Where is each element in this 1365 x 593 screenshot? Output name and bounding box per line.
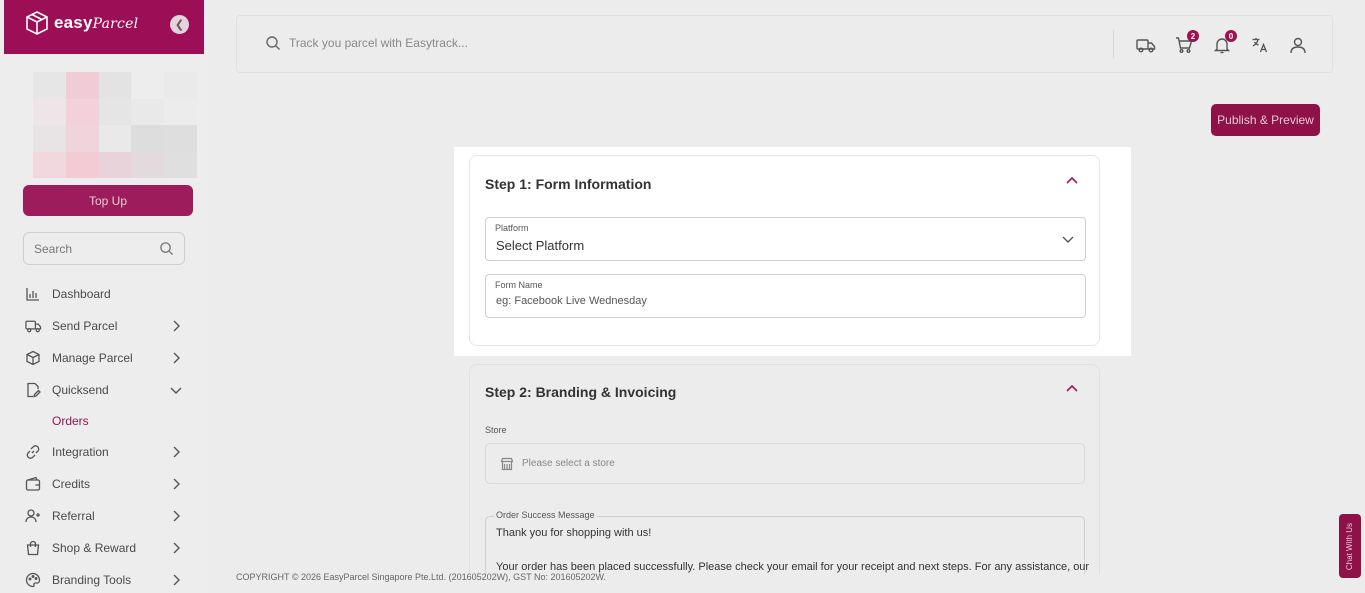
step1-title: Step 1: Form Information <box>485 176 652 192</box>
sidebar-item-label: Dashboard <box>52 287 111 301</box>
translate-icon <box>1252 38 1268 53</box>
sidebar: easyParcel ❮ Top Up Dashboard Send Parce… <box>0 0 208 593</box>
order-success-message-textarea[interactable]: Thank you for shopping with us! Your ord… <box>485 516 1089 574</box>
highlight-overlay: Step 1: Form Information Platform Select… <box>454 147 1131 356</box>
sidebar-subitem-orders[interactable]: Orders <box>24 406 189 436</box>
sidebar-item-label: Manage Parcel <box>52 351 133 365</box>
sidebar-item-quicksend[interactable]: Quicksend <box>24 374 189 406</box>
chevron-right-icon <box>173 542 180 554</box>
form-name-field: Form Name <box>485 274 1086 318</box>
chevron-right-icon <box>173 574 180 586</box>
track-parcel-input[interactable] <box>289 36 689 50</box>
chevron-right-icon <box>173 320 180 332</box>
shipment-button[interactable] <box>1135 34 1157 56</box>
chevron-right-icon <box>173 446 180 458</box>
sidebar-item-label: Credits <box>52 477 91 491</box>
sidebar-item-branding-tools[interactable]: Branding Tools <box>24 564 189 593</box>
sidebar-search-input[interactable] <box>34 241 154 256</box>
cart-button[interactable]: 2 <box>1173 30 1199 56</box>
notifications-button[interactable]: 0 <box>1211 30 1237 56</box>
sidebar-item-label: Integration <box>52 445 109 459</box>
search-icon[interactable] <box>159 241 174 256</box>
brand-name: easyParcel <box>54 13 139 32</box>
document-edit-icon <box>24 381 42 399</box>
store-placeholder: Please select a store <box>522 458 615 469</box>
store-select[interactable]: Please select a store <box>485 443 1085 484</box>
platform-label: Platform <box>495 223 529 233</box>
sidebar-item-label: Shop & Reward <box>52 541 137 555</box>
chevron-down-icon <box>170 387 182 394</box>
chevron-up-icon[interactable] <box>1065 383 1079 393</box>
step1-card: Step 1: Form Information Platform Select… <box>469 155 1100 346</box>
top-bar: 2 0 <box>236 15 1333 73</box>
sidebar-item-label: Branding Tools <box>52 573 132 587</box>
sidebar-item-manage-parcel[interactable]: Manage Parcel <box>24 342 189 374</box>
search-icon <box>266 36 280 50</box>
sidebar-item-dashboard[interactable]: Dashboard <box>24 278 189 310</box>
top-up-button[interactable]: Top Up <box>23 185 193 216</box>
sidebar-item-referral[interactable]: Referral <box>24 500 189 532</box>
truck-icon <box>24 317 42 335</box>
chevron-left-icon: ❮ <box>174 19 185 31</box>
profile-button[interactable] <box>1287 34 1309 56</box>
chevron-right-icon <box>173 510 180 522</box>
store-icon <box>500 457 514 470</box>
wallet-icon <box>24 475 42 493</box>
message-line: Thank you for shopping with us! <box>496 527 652 539</box>
collapse-sidebar-button[interactable]: ❮ <box>170 15 189 34</box>
cart-badge: 2 <box>1187 30 1199 42</box>
truck-icon <box>1136 39 1156 53</box>
box-icon <box>24 349 42 367</box>
step2-title: Step 2: Branding & Invoicing <box>485 384 677 400</box>
chevron-right-icon <box>173 352 180 364</box>
sidebar-item-send-parcel[interactable]: Send Parcel <box>24 310 189 342</box>
footer-copyright: COPYRIGHT © 2026 EasyParcel Singapore Pt… <box>236 572 606 582</box>
link-icon <box>24 443 42 461</box>
user-icon <box>1290 37 1306 54</box>
platform-select[interactable]: Platform Select Platform <box>485 217 1086 261</box>
platform-value: Select Platform <box>496 238 585 253</box>
sidebar-item-shop-reward[interactable]: Shop & Reward <box>24 532 189 564</box>
chevron-up-icon[interactable] <box>1065 175 1079 185</box>
store-label: Store <box>485 425 507 435</box>
shopping-bag-icon <box>24 539 42 557</box>
step2-card: Step 2: Branding & Invoicing Store Pleas… <box>469 364 1100 574</box>
chat-with-us-button[interactable]: Chat With Us <box>1339 514 1361 578</box>
sidebar-search <box>23 232 185 265</box>
notification-badge: 0 <box>1225 30 1237 42</box>
sidebar-item-label: Send Parcel <box>52 319 118 333</box>
sidebar-item-label: Referral <box>52 509 95 523</box>
palette-icon <box>24 571 42 589</box>
user-add-icon <box>24 507 42 525</box>
track-search <box>265 35 689 51</box>
account-avatar <box>33 72 197 178</box>
language-button[interactable] <box>1249 34 1271 56</box>
chevron-right-icon <box>173 478 180 490</box>
form-name-input[interactable] <box>496 295 1056 307</box>
sidebar-item-integration[interactable]: Integration <box>24 436 189 468</box>
publish-preview-button[interactable]: Publish & Preview <box>1211 104 1320 136</box>
chat-label: Chat With Us <box>1345 522 1355 570</box>
brand-logo[interactable]: easyParcel <box>24 10 138 36</box>
topbar-divider <box>1113 30 1114 58</box>
sidebar-item-label: Quicksend <box>52 383 109 397</box>
bar-chart-icon <box>24 285 42 303</box>
order-success-message-label: Order Success Message <box>494 510 597 520</box>
box-logo-icon <box>26 11 48 35</box>
form-name-label: Form Name <box>495 280 543 290</box>
sidebar-item-credits[interactable]: Credits <box>24 468 189 500</box>
sidebar-header: easyParcel ❮ <box>4 0 204 54</box>
chevron-down-icon <box>1062 236 1074 243</box>
sidebar-nav: Dashboard Send Parcel Manage Parcel Quic… <box>24 278 189 593</box>
